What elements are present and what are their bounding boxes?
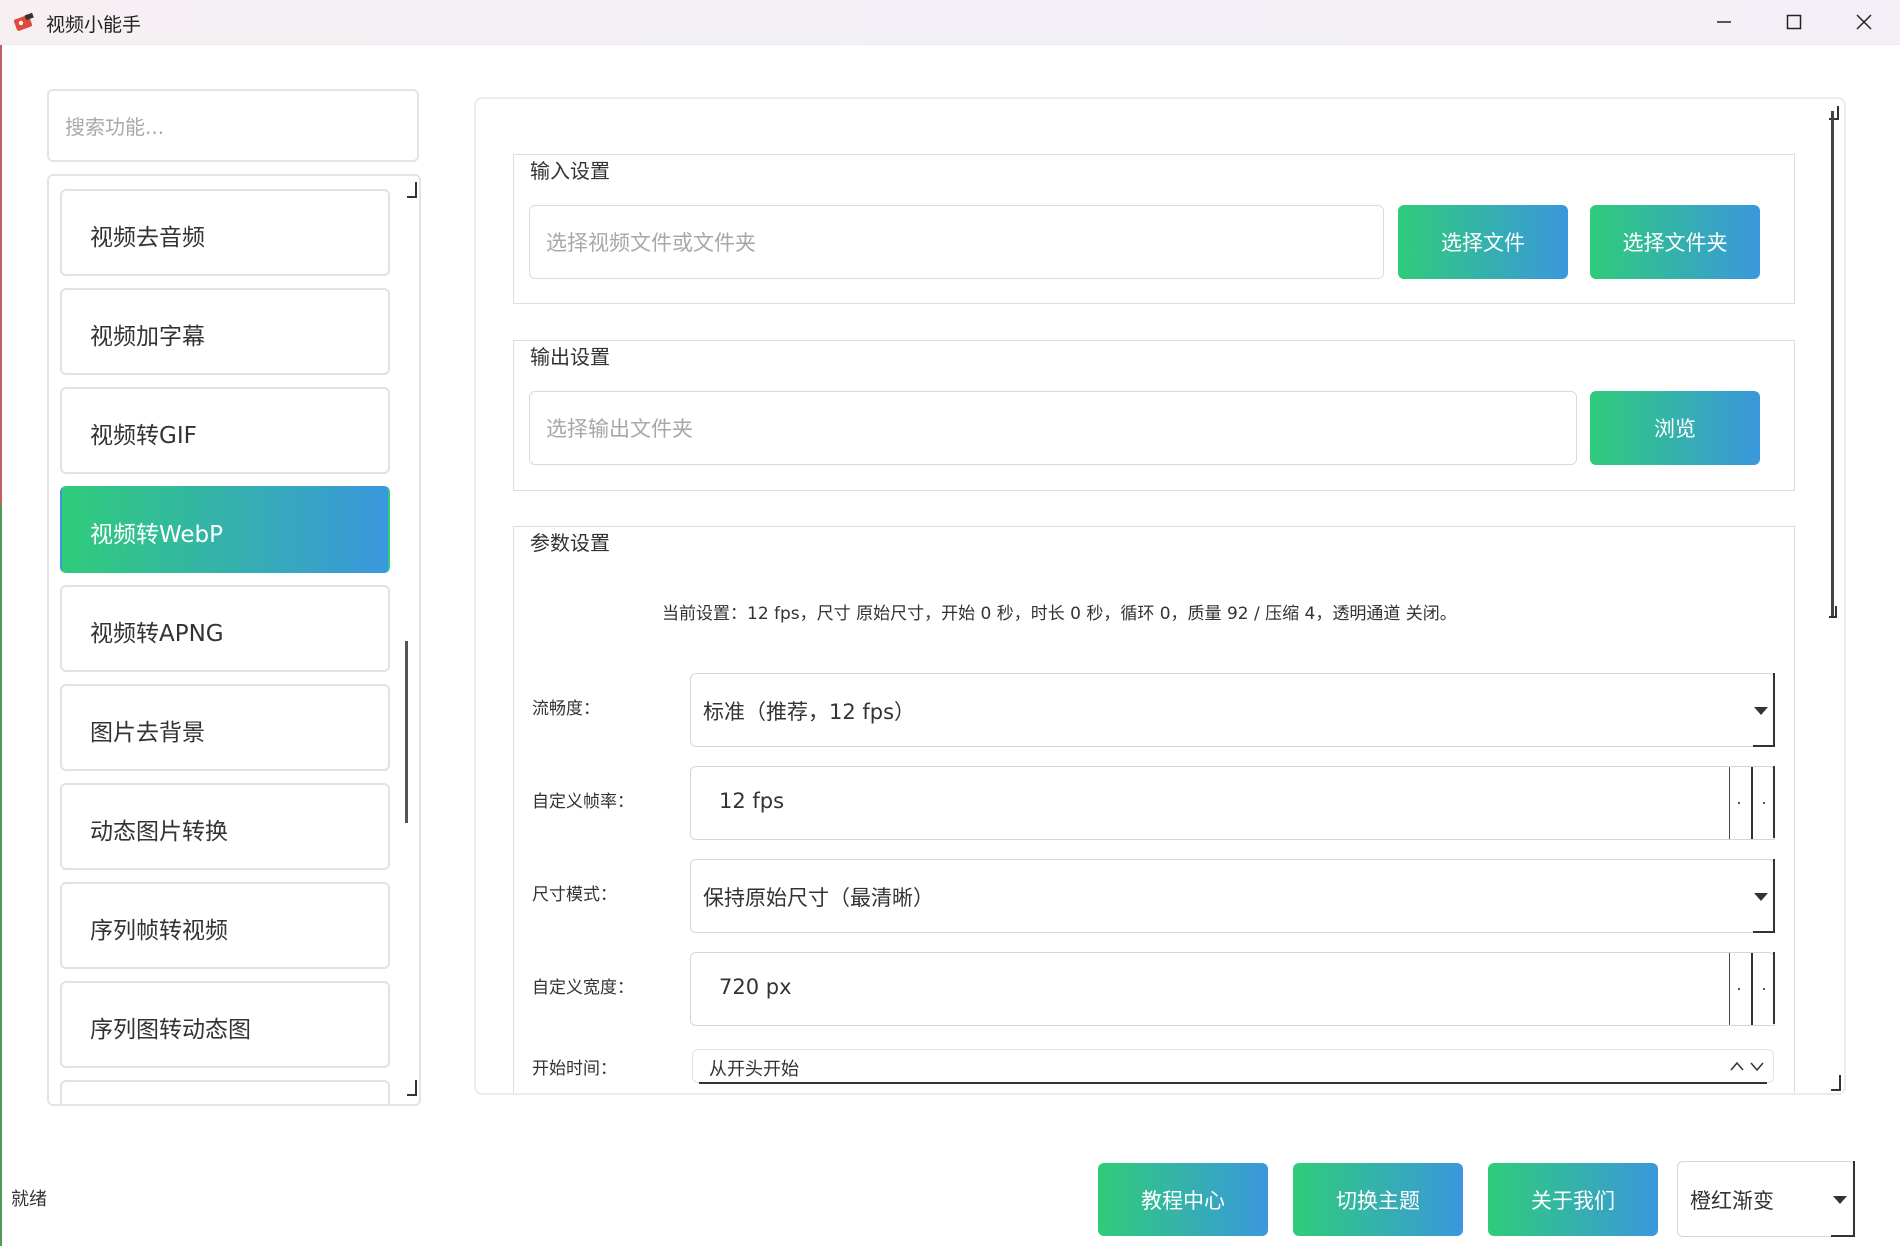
output-settings-group: 输出设置 浏览 bbox=[513, 340, 1795, 491]
chevron-down-icon bbox=[1754, 707, 1768, 715]
sidebar-item-remove-audio[interactable]: 视频去音频 bbox=[60, 189, 390, 276]
sidebar-item-label: 序列帧转视频 bbox=[90, 918, 228, 944]
select-file-button[interactable]: 选择文件 bbox=[1398, 205, 1568, 279]
window-edge bbox=[0, 44, 2, 504]
about-us-button[interactable]: 关于我们 bbox=[1488, 1163, 1658, 1236]
theme-value: 橙红渐变 bbox=[1690, 1189, 1774, 1213]
title-bar: 视频小能手 bbox=[0, 0, 1900, 45]
size-mode-value: 保持原始尺寸（最清晰） bbox=[703, 886, 934, 910]
sidebar-item-label: 图片去背景 bbox=[90, 720, 205, 746]
search-input[interactable] bbox=[63, 91, 407, 162]
increment-icon bbox=[1738, 988, 1740, 990]
sidebar-item-animated-image-convert[interactable]: 动态图片转换 bbox=[60, 783, 390, 870]
framerate-label: 自定义帧率： bbox=[532, 792, 634, 812]
width-spinbox[interactable]: 720 px bbox=[690, 952, 1775, 1026]
width-stepper[interactable] bbox=[1729, 952, 1775, 1025]
sidebar-item-remove-background[interactable]: 图片去背景 bbox=[60, 684, 390, 771]
sidebar-item-label: 视频转WebP bbox=[90, 522, 224, 548]
output-path-field[interactable] bbox=[529, 391, 1577, 466]
input-settings-group: 输入设置 选择文件 选择文件夹 bbox=[513, 154, 1795, 304]
sidebar-item-label: 视频转APNG bbox=[90, 621, 224, 647]
window-title: 视频小能手 bbox=[46, 14, 142, 36]
framerate-spinbox[interactable]: 12 fps bbox=[690, 766, 1775, 840]
minimize-button[interactable] bbox=[1689, 0, 1759, 44]
input-path-field[interactable] bbox=[529, 205, 1384, 280]
start-time-label: 开始时间： bbox=[532, 1059, 617, 1079]
sidebar-item-label: 序列图转动态图 bbox=[90, 1017, 251, 1043]
sidebar-item-video-to-gif[interactable]: 视频转GIF bbox=[60, 387, 390, 474]
chevron-down-icon bbox=[1754, 893, 1768, 901]
framerate-value: 12 fps bbox=[719, 789, 785, 813]
tutorial-center-button[interactable]: 教程中心 bbox=[1098, 1163, 1268, 1236]
search-box[interactable] bbox=[47, 89, 419, 162]
sidebar-item-frames-to-video[interactable]: 序列帧转视频 bbox=[60, 882, 390, 969]
main-scrollbar[interactable] bbox=[1831, 111, 1834, 616]
app-logo-icon bbox=[13, 12, 34, 31]
group-title: 参数设置 bbox=[528, 527, 612, 556]
field-underline bbox=[699, 1082, 1767, 1084]
sidebar-item-video-to-apng[interactable]: 视频转APNG bbox=[60, 585, 390, 672]
decrement-icon bbox=[1763, 802, 1765, 804]
start-time-value: 从开头开始 bbox=[709, 1059, 799, 1080]
close-icon bbox=[1856, 14, 1872, 30]
sidebar-item-label: 视频转GIF bbox=[90, 423, 197, 449]
decrement-icon bbox=[1763, 988, 1765, 990]
minimize-icon bbox=[1717, 21, 1731, 23]
start-time-field[interactable]: 从开头开始 bbox=[692, 1049, 1774, 1084]
theme-select[interactable]: 橙红渐变 bbox=[1677, 1161, 1855, 1237]
main-scroll-corner bbox=[1831, 1075, 1841, 1091]
width-label: 自定义宽度： bbox=[532, 978, 634, 998]
size-mode-select[interactable]: 保持原始尺寸（最清晰） bbox=[690, 859, 1775, 933]
browse-button[interactable]: 浏览 bbox=[1590, 391, 1760, 465]
group-title: 输入设置 bbox=[528, 155, 612, 184]
size-mode-label: 尺寸模式： bbox=[532, 885, 617, 905]
maximize-button[interactable] bbox=[1759, 0, 1829, 44]
close-button[interactable] bbox=[1829, 0, 1899, 44]
increment-icon bbox=[1738, 802, 1740, 804]
output-path-input[interactable] bbox=[544, 392, 1511, 466]
chevron-down-icon bbox=[1833, 1196, 1847, 1204]
sidebar-item-label: 视频去音频 bbox=[90, 225, 205, 251]
sidebar-item-label: 动态图片转换 bbox=[90, 819, 228, 845]
framerate-stepper[interactable] bbox=[1729, 766, 1775, 839]
window-edge bbox=[0, 504, 2, 1246]
maximize-icon bbox=[1786, 14, 1802, 30]
list-scroll-corner bbox=[407, 182, 417, 198]
group-title: 输出设置 bbox=[528, 341, 612, 370]
up-down-icon[interactable] bbox=[1729, 1058, 1769, 1074]
smoothness-value: 标准（推荐，12 fps） bbox=[703, 700, 916, 724]
sidebar-item-sequence-to-animation[interactable]: 序列图转动态图 bbox=[60, 981, 390, 1068]
sidebar-item-video-to-webp[interactable]: 视频转WebP bbox=[60, 486, 390, 573]
sidebar-item-add-subtitle[interactable]: 视频加字幕 bbox=[60, 288, 390, 375]
switch-theme-button[interactable]: 切换主题 bbox=[1293, 1163, 1463, 1236]
main-scroll-corner bbox=[1829, 606, 1837, 618]
smoothness-select[interactable]: 标准（推荐，12 fps） bbox=[690, 673, 1775, 747]
status-text: 就绪 bbox=[11, 1189, 47, 1210]
function-list[interactable]: 视频去音频 视频加字幕 视频转GIF 视频转WebP 视频转APNG 图片去背景… bbox=[47, 174, 421, 1106]
current-settings-summary: 当前设置：12 fps，尺寸 原始尺寸，开始 0 秒，时长 0 秒，循环 0，质… bbox=[662, 604, 1457, 624]
width-value: 720 px bbox=[719, 975, 792, 999]
list-scroll-corner bbox=[407, 1080, 417, 1096]
smoothness-label: 流畅度： bbox=[532, 699, 600, 719]
sidebar-item-partial[interactable] bbox=[60, 1080, 390, 1104]
select-folder-button[interactable]: 选择文件夹 bbox=[1590, 205, 1760, 279]
input-path-input[interactable] bbox=[544, 206, 1333, 280]
settings-panel[interactable]: 输入设置 选择文件 选择文件夹 输出设置 浏览 参数设置 当前设置：12 fps… bbox=[474, 97, 1846, 1095]
sidebar-scrollbar[interactable] bbox=[405, 641, 408, 823]
sidebar-item-label: 视频加字幕 bbox=[90, 324, 205, 350]
